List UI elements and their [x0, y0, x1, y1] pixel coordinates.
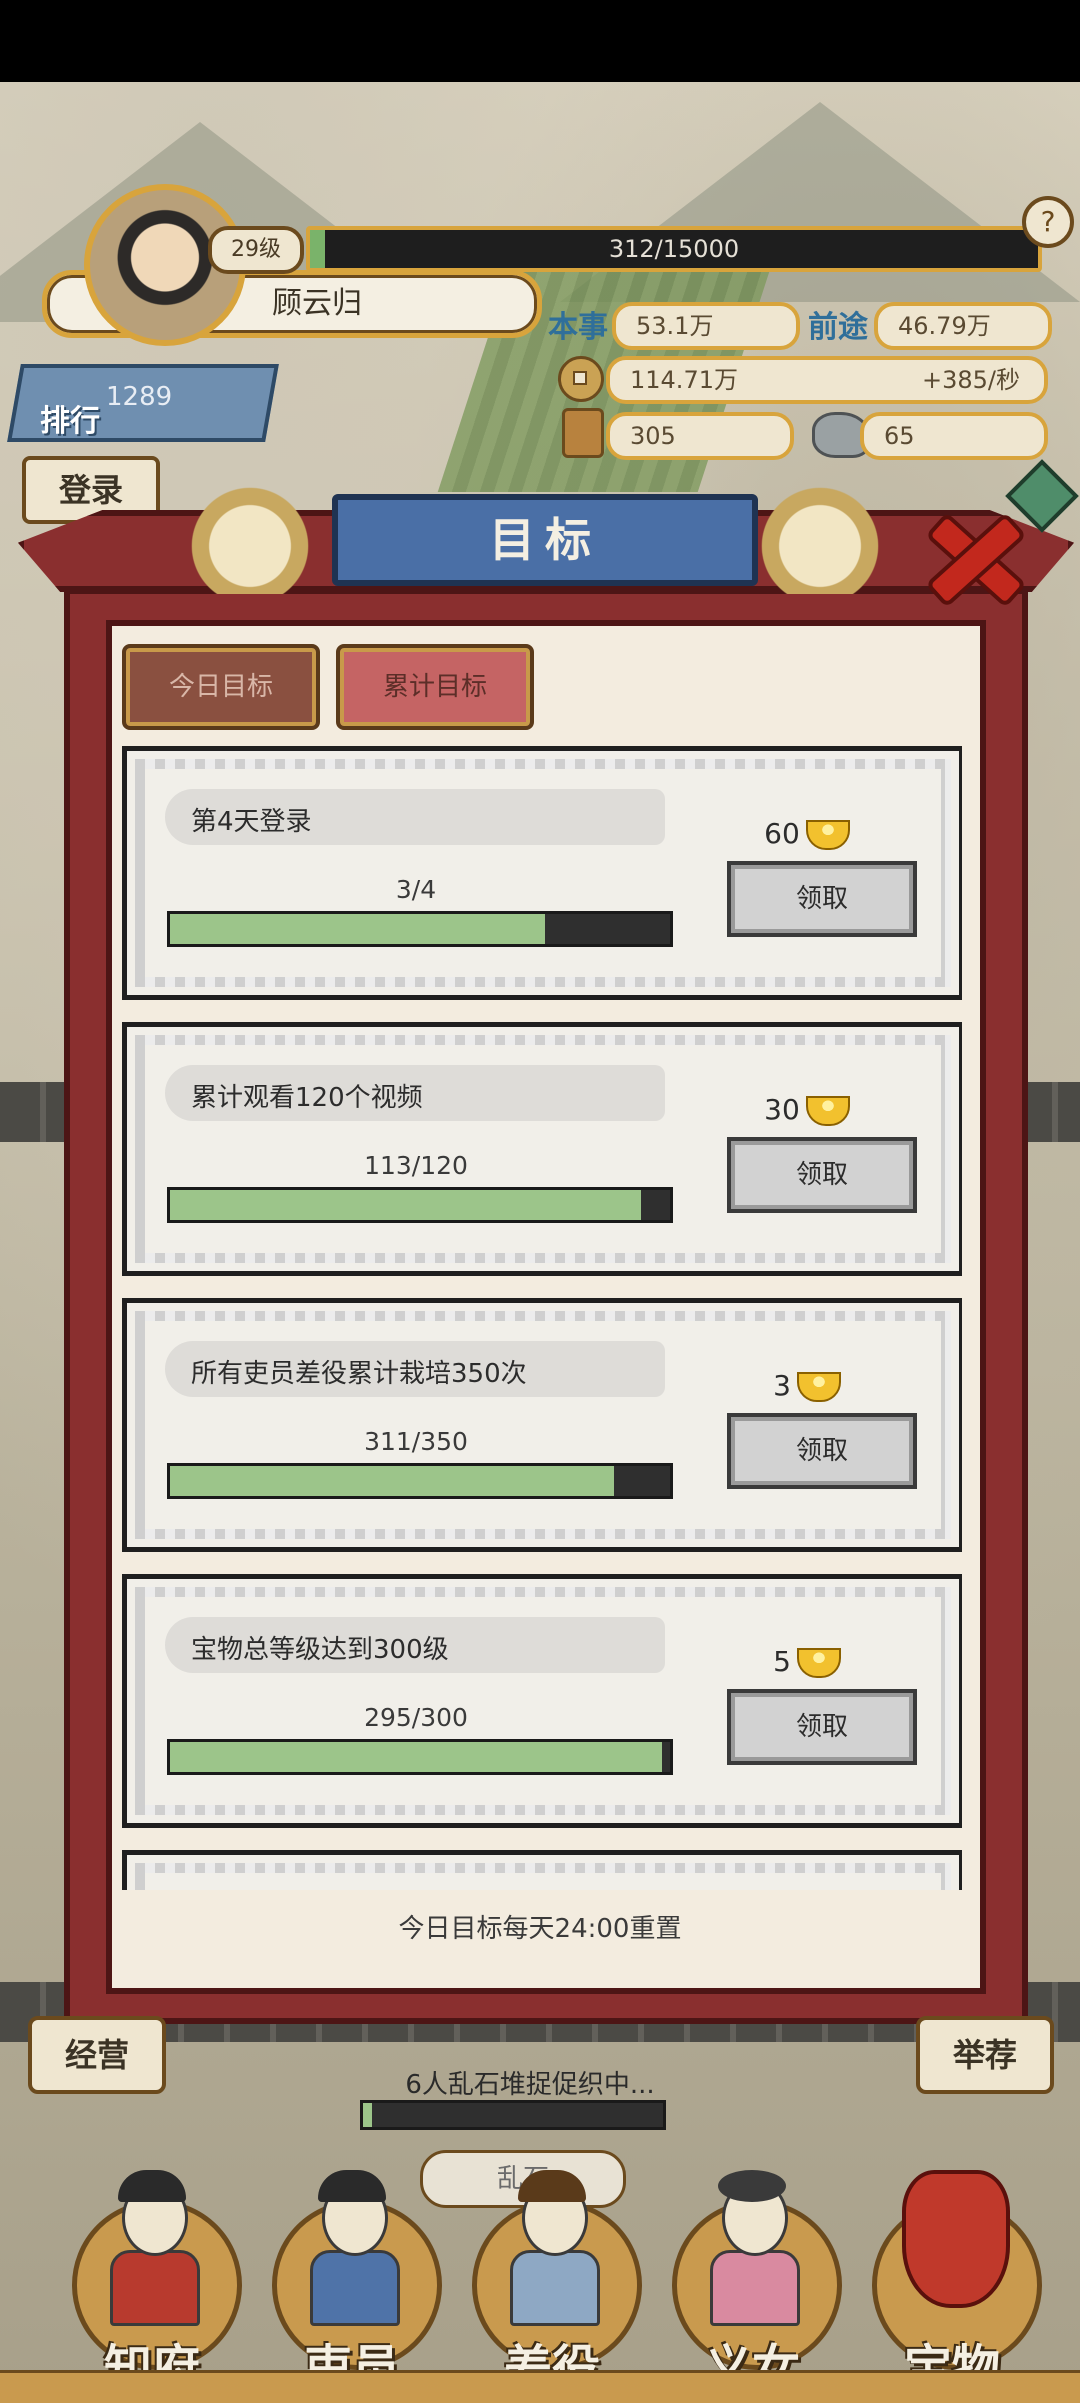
goal-title: 宝物总等级达到300级: [191, 1635, 449, 1665]
stone-value: 65: [860, 412, 1048, 460]
goals-list[interactable]: 第4天登录 3/4 60 领取 累计观看120个视频 113/120 30 领取…: [118, 740, 962, 1890]
dialog-title: 目标: [489, 513, 601, 567]
gold-ingot-icon: [805, 1096, 850, 1126]
figure-hat: [518, 2170, 586, 2202]
prospect-label: 前途: [808, 310, 868, 345]
event-progress-fill: [363, 2103, 372, 2127]
copper-coin-icon: [558, 356, 604, 402]
goal-title: 第4天登录: [191, 807, 312, 837]
nav-clerks[interactable]: 吏员: [252, 2160, 452, 2400]
bottom-strip: [0, 2370, 1080, 2403]
figure-body: [510, 2250, 600, 2326]
close-button[interactable]: [912, 500, 1022, 600]
help-button[interactable]: ?: [1022, 196, 1074, 248]
cloud-ornament-icon: [160, 474, 340, 594]
reward-amount: 3: [773, 1369, 791, 1402]
goal-reward: 30: [727, 1093, 887, 1126]
runner-icon: [510, 2170, 600, 2326]
tab-daily-goals[interactable]: 今日目标: [122, 644, 320, 730]
skill-label: 本事: [548, 310, 608, 345]
goal-card: 累计观看120个视频 113/120 30 领取: [122, 1022, 962, 1276]
nav-magistrate[interactable]: 知府: [52, 2160, 252, 2400]
claim-button[interactable]: 领取: [727, 1137, 917, 1213]
goal-reward: 60: [727, 817, 887, 850]
player-name: 顾云归: [272, 286, 362, 321]
claim-button[interactable]: 领取: [727, 1689, 917, 1765]
goal-progress-fill: [170, 1742, 662, 1772]
goal-reward: 3: [727, 1369, 887, 1402]
tab-cumulative-goals[interactable]: 累计目标: [336, 644, 534, 730]
event-progress-bar: [360, 2100, 666, 2130]
claim-button[interactable]: 领取: [727, 1413, 917, 1489]
daughter-icon: [710, 2170, 800, 2326]
goal-progress-fill: [170, 914, 545, 944]
clerk-icon: [310, 2170, 400, 2326]
goal-reward: 5: [727, 1645, 887, 1678]
figure-hat: [118, 2170, 186, 2202]
rank-value: 1289: [106, 382, 173, 412]
goal-progress-text: 3/4: [395, 875, 437, 904]
rank-label[interactable]: 排行: [40, 396, 100, 440]
goal-progress-bar: [167, 1187, 673, 1223]
goal-title: 所有吏员差役累计栽培350次: [191, 1359, 527, 1389]
figure-body: [710, 2250, 800, 2326]
claim-button[interactable]: 领取: [727, 861, 917, 937]
reward-amount: 30: [764, 1093, 800, 1126]
goal-progress-text: 311/350: [364, 1427, 468, 1456]
figure-hair: [718, 2170, 786, 2202]
goal-card: 宝物总等级达到300级 295/300 5 领取: [122, 1574, 962, 1828]
goal-progress-text: 295/300: [364, 1703, 468, 1732]
goal-progress-bar: [167, 911, 673, 947]
figure-body: [110, 2250, 200, 2326]
exp-text: 312/15000: [608, 235, 740, 263]
nav-daughters[interactable]: 义女: [652, 2160, 852, 2400]
coins-pill: 114.71万 +385/秒: [606, 356, 1048, 404]
reward-amount: 60: [764, 817, 800, 850]
tokens-value: 305: [606, 412, 794, 460]
skill-value: 53.1万: [612, 302, 800, 350]
nav-runners[interactable]: 差役: [452, 2160, 652, 2400]
dialog-title-plate: 目标: [332, 494, 758, 586]
magistrate-icon: [110, 2170, 200, 2326]
gold-ingot-icon: [796, 1648, 841, 1678]
goal-progress-bar: [167, 1739, 673, 1775]
goal-progress-fill: [170, 1466, 615, 1496]
exp-bar: 312/15000: [306, 226, 1042, 272]
prospect-value: 46.79万: [874, 302, 1052, 350]
figure-hat: [318, 2170, 386, 2202]
manage-button[interactable]: 经营: [28, 2016, 166, 2094]
goal-card: 第4天登录 3/4 60 领取: [122, 746, 962, 1000]
goal-progress-fill: [170, 1190, 641, 1220]
recommend-button[interactable]: 举荐: [916, 2016, 1054, 2094]
bottom-nav: 知府 吏员 差役 义女 宝物: [0, 2160, 1080, 2400]
reset-note: 今日目标每天24:00重置: [398, 1914, 682, 1944]
treasure-bag-icon: [902, 2170, 1010, 2308]
reward-amount: 5: [773, 1645, 791, 1678]
event-status: 6人乱石堆捉促织中...: [405, 2070, 655, 2100]
figure-body: [310, 2250, 400, 2326]
nav-treasures[interactable]: 宝物: [852, 2160, 1052, 2400]
goal-progress-text: 113/120: [364, 1151, 468, 1180]
goal-progress-bar: [167, 1463, 673, 1499]
goal-card-partial: [122, 1850, 962, 1890]
gold-ingot-icon: [796, 1372, 841, 1402]
status-bar: [0, 0, 1080, 82]
level-badge: 29级: [208, 226, 304, 274]
token-icon: [562, 408, 604, 458]
goal-title: 累计观看120个视频: [191, 1083, 423, 1113]
goal-card: 所有吏员差役累计栽培350次 311/350 3 领取: [122, 1298, 962, 1552]
coins-value: 114.71万: [630, 366, 738, 394]
coin-rate: +385/秒: [921, 366, 1020, 394]
gold-ingot-icon: [805, 820, 850, 850]
